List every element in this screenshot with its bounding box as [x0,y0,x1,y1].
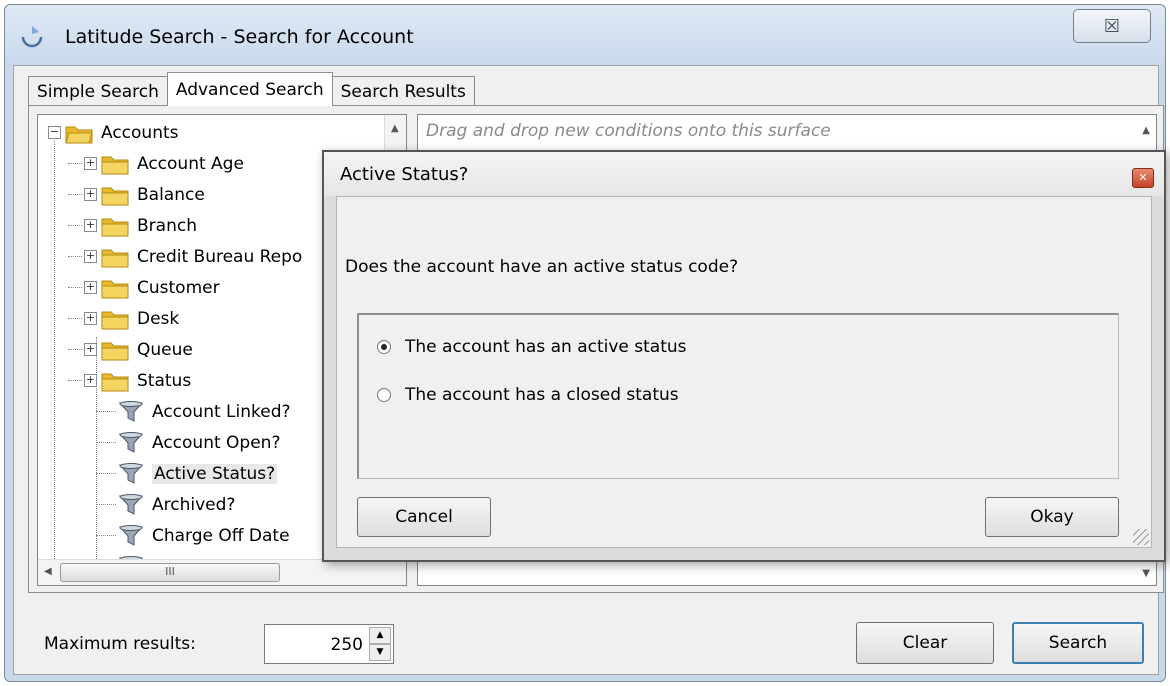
window-title: Latitude Search - Search for Account [65,26,414,48]
tab-simple-search[interactable]: Simple Search [28,76,168,106]
tree-node-condition[interactable]: Active Status? [118,458,278,489]
option-closed-status[interactable]: The account has a closed status [377,385,679,405]
expand-icon[interactable]: + [84,219,97,232]
scroll-up-icon[interactable]: ▲ [391,123,399,134]
tree-connector [54,137,55,567]
expand-icon[interactable]: + [84,343,97,356]
tree-node-folder[interactable]: + Balance [84,179,205,210]
folder-icon [101,373,129,391]
surface-scroll-up-icon[interactable]: ▲ [1142,125,1150,136]
tree-connector [68,256,82,257]
tab-strip: Simple Search Advanced Search Search Res… [28,72,475,106]
tree-connector [96,442,116,443]
expand-icon[interactable]: + [84,157,97,170]
surface-scroll-down-icon[interactable]: ▼ [1142,568,1150,579]
expand-icon[interactable]: + [84,188,97,201]
stepper-down-icon[interactable]: ▼ [369,644,391,661]
folder-icon [101,156,129,174]
window-close-button[interactable]: ☒ [1073,9,1151,43]
tree-node-folder[interactable]: + Desk [84,303,179,334]
tab-advanced-search[interactable]: Advanced Search [166,72,333,106]
filter-funnel-icon [118,431,144,453]
tree-node-condition[interactable]: Archived? [118,489,235,520]
tree-connector [68,287,82,288]
window-titlebar: Latitude Search - Search for Account ☒ [5,5,1165,65]
search-button[interactable]: Search [1012,622,1144,664]
tree-connector [96,473,116,474]
dialog-close-button[interactable]: ✕ [1132,168,1154,188]
filter-funnel-icon [118,462,144,484]
tree-connector [68,349,82,350]
folder-open-icon [65,126,93,143]
close-icon: ✕ [1138,171,1148,184]
okay-button[interactable]: Okay [985,497,1119,537]
tree-connector [96,411,116,412]
stepper-buttons: ▲ ▼ [369,627,391,661]
latitude-app-icon [21,26,43,48]
stepper-up-icon[interactable]: ▲ [369,627,391,644]
folder-icon [101,249,129,267]
filter-funnel-icon [118,524,144,546]
radio-button[interactable] [377,340,391,354]
expand-icon[interactable]: + [84,374,97,387]
resize-grip[interactable] [1133,529,1149,545]
dialog-titlebar: Active Status? ✕ [324,152,1164,196]
max-results-stepper[interactable]: 250 ▲ ▼ [264,624,394,664]
dialog-body: Does the account have an active status c… [336,196,1152,548]
close-icon: ☒ [1103,15,1121,37]
tree-node-folder[interactable]: + Customer [84,272,220,303]
collapse-icon[interactable]: − [48,126,61,139]
status-option-group: The account has an active status The acc… [357,313,1119,479]
dialog-question: Does the account have an active status c… [345,257,739,277]
option-active-status[interactable]: The account has an active status [377,337,687,357]
tree-node-condition[interactable]: Account Open? [118,427,280,458]
tree-node-folder[interactable]: + Credit Bureau Repo [84,241,302,272]
filter-funnel-icon [118,493,144,515]
expand-icon[interactable]: + [84,281,97,294]
radio-button[interactable] [377,388,391,402]
expand-icon[interactable]: + [84,312,97,325]
filter-funnel-icon [118,400,144,422]
tree-node-folder[interactable]: + Queue [84,334,193,365]
folder-icon [101,311,129,329]
surface-hint: Drag and drop new conditions onto this s… [426,121,831,141]
tree-node-accounts[interactable]: − Accounts [48,117,179,148]
scroll-left-icon[interactable]: ◀ [44,566,52,577]
tree-connector [68,318,82,319]
tree-connector [68,194,82,195]
folder-icon [101,342,129,360]
expand-icon[interactable]: + [84,250,97,263]
folder-icon [101,280,129,298]
tree-connector [68,225,82,226]
tree-node-folder[interactable]: + Status [84,365,191,396]
tree-connector [68,163,82,164]
dialog-title: Active Status? [340,164,469,185]
scroll-thumb[interactable]: III [60,563,280,582]
tree-connector [96,504,116,505]
cancel-button[interactable]: Cancel [357,497,491,537]
tree-connector [68,380,82,381]
tree-node-condition[interactable]: Account Linked? [118,396,291,427]
tree-node-folder[interactable]: + Account Age [84,148,244,179]
clear-button[interactable]: Clear [856,622,994,664]
tree-node-condition[interactable]: Charge Off Date [118,520,290,551]
tree-horizontal-scrollbar[interactable]: ◀ III [38,559,406,585]
tab-search-results[interactable]: Search Results [331,76,475,106]
tree-node-folder[interactable]: + Branch [84,210,197,241]
max-results-label: Maximum results: [44,634,196,654]
active-status-dialog: Active Status? ✕ Does the account have a… [322,150,1166,562]
folder-icon [101,218,129,236]
folder-icon [101,187,129,205]
max-results-value[interactable]: 250 [331,635,363,655]
tree-connector [96,535,116,536]
